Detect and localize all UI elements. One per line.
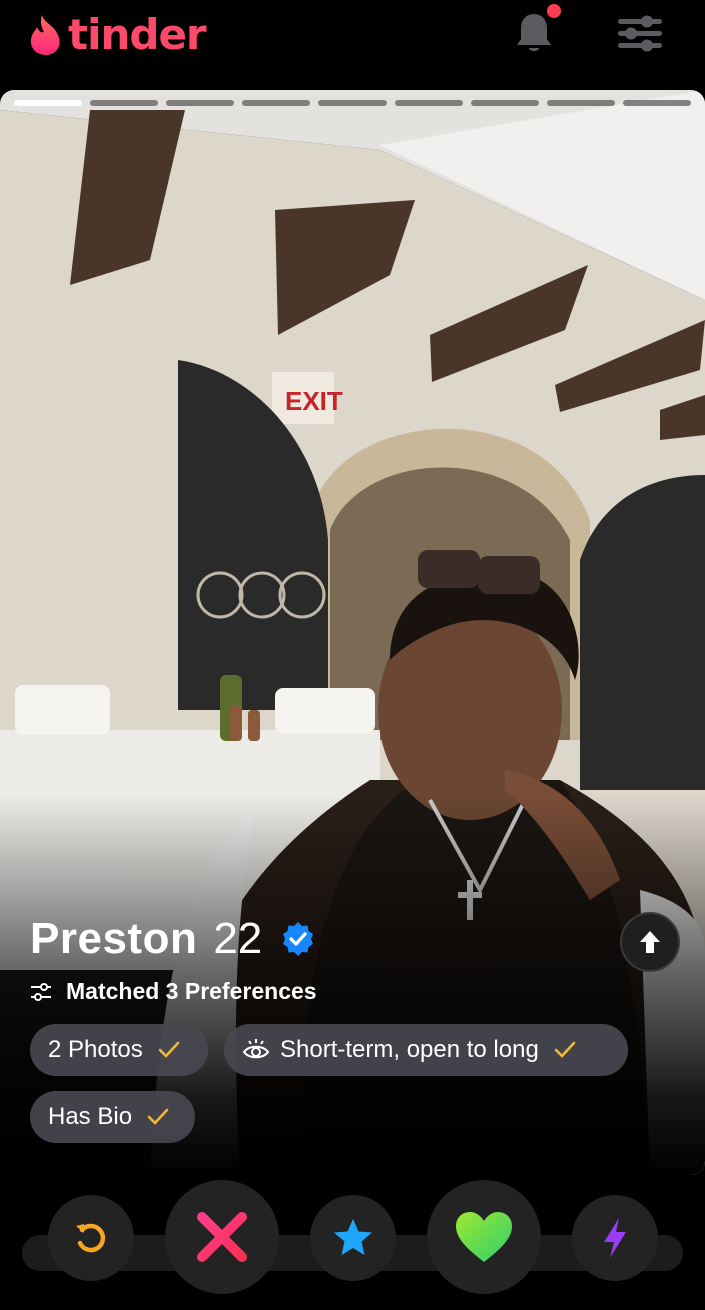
preferences-summary: Matched 3 Preferences (30, 978, 317, 1005)
rewind-button[interactable] (48, 1195, 134, 1281)
boost-lightning-icon (604, 1218, 626, 1258)
profile-name: Preston (30, 914, 198, 963)
check-icon (554, 1041, 576, 1058)
nope-icon (197, 1212, 247, 1262)
filter-settings-icon[interactable] (616, 12, 664, 54)
profile-age: 22 (213, 914, 263, 963)
check-icon (147, 1108, 169, 1125)
heart-icon (456, 1212, 512, 1262)
chip-bio: Has Bio (30, 1091, 195, 1143)
arrow-up-icon (640, 931, 660, 953)
check-icon (158, 1041, 180, 1058)
photo-indicator[interactable] (318, 100, 387, 106)
photo-progress-bar (14, 100, 691, 106)
photo-indicator[interactable] (622, 100, 691, 106)
verified-badge-icon (283, 922, 314, 956)
star-icon (334, 1219, 372, 1255)
notifications-bell-icon[interactable] (514, 10, 554, 56)
profile-card[interactable]: EXIT Preston 22 Matched 3 Preferences 2 … (0, 90, 705, 1175)
tinder-logo[interactable]: tinder (28, 10, 207, 59)
photo-indicator[interactable] (90, 100, 159, 106)
chip-label: Short-term, open to long (280, 1036, 539, 1063)
boost-button[interactable] (572, 1195, 658, 1281)
super-like-button[interactable] (310, 1195, 396, 1281)
rewind-icon (76, 1223, 106, 1253)
svg-text:EXIT: EXIT (285, 386, 343, 416)
photo-indicator[interactable] (14, 100, 83, 106)
photo-indicator[interactable] (546, 100, 615, 106)
photo-indicator[interactable] (394, 100, 463, 106)
chip-photos: 2 Photos (30, 1024, 208, 1076)
chip-label: Has Bio (48, 1103, 133, 1130)
eye-icon (242, 1039, 270, 1059)
top-bar: tinder (0, 0, 705, 90)
profile-header: Preston 22 (30, 914, 316, 964)
preferences-text: Matched 3 Preferences (66, 978, 317, 1004)
preferences-sliders-icon (31, 982, 51, 1001)
chip-label: 2 Photos (48, 1036, 143, 1063)
photo-indicator[interactable] (242, 100, 311, 106)
chip-relationship-goal: Short-term, open to long (224, 1024, 628, 1076)
notification-badge (547, 4, 561, 18)
flame-icon (30, 14, 60, 55)
logo-text: tinder (68, 10, 207, 59)
photo-indicator[interactable] (166, 100, 235, 106)
open-profile-button[interactable] (620, 912, 680, 972)
nope-button[interactable] (165, 1180, 279, 1294)
photo-indicator[interactable] (470, 100, 539, 106)
like-button[interactable] (427, 1180, 541, 1294)
